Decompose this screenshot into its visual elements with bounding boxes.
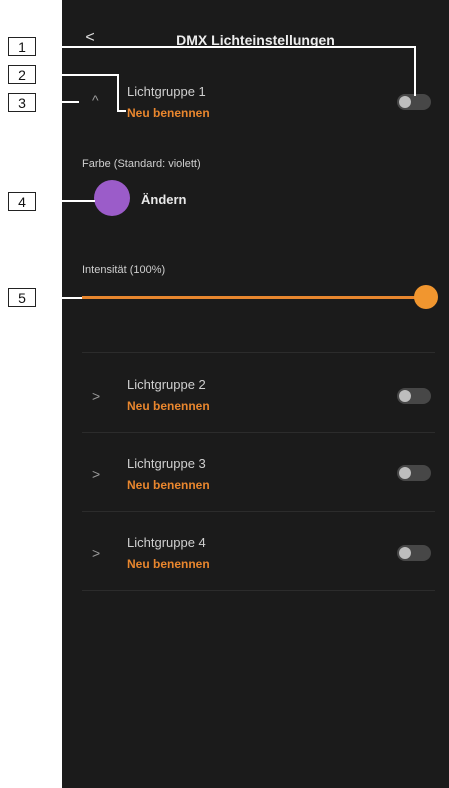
group-4-toggle[interactable]: [397, 545, 431, 561]
divider: [82, 432, 435, 433]
change-color-button[interactable]: Ändern: [141, 192, 187, 207]
group-4-label: Lichtgruppe 4: [127, 535, 206, 550]
group-3-toggle[interactable]: [397, 465, 431, 481]
group-2-rename-link[interactable]: Neu benennen: [127, 399, 210, 413]
divider: [82, 352, 435, 353]
intensity-slider-thumb[interactable]: [414, 285, 438, 309]
toggle-knob: [399, 390, 411, 402]
app-screen: < DMX Lichteinstellungen ^ Lichtgruppe 1…: [62, 0, 449, 788]
color-swatch[interactable]: [94, 180, 130, 216]
toggle-knob: [399, 467, 411, 479]
color-section-label: Farbe (Standard: violett): [82, 158, 201, 170]
toggle-knob: [399, 96, 411, 108]
group-3-label: Lichtgruppe 3: [127, 456, 206, 471]
group-2-label: Lichtgruppe 2: [127, 377, 206, 392]
callout-2: 2: [8, 65, 36, 84]
chevron-right-icon[interactable]: >: [92, 388, 100, 404]
toggle-knob: [399, 547, 411, 559]
callout-1: 1: [8, 37, 36, 56]
callout-3: 3: [8, 93, 36, 112]
chevron-right-icon[interactable]: >: [92, 466, 100, 482]
group-2-toggle[interactable]: [397, 388, 431, 404]
chevron-right-icon[interactable]: >: [92, 545, 100, 561]
group-1-label: Lichtgruppe 1: [127, 84, 206, 99]
intensity-label: Intensität (100%): [82, 264, 166, 276]
divider: [82, 511, 435, 512]
group-3-rename-link[interactable]: Neu benennen: [127, 478, 210, 492]
divider: [82, 590, 435, 591]
group-4-rename-link[interactable]: Neu benennen: [127, 557, 210, 571]
callout-5: 5: [8, 288, 36, 307]
group-1-toggle[interactable]: [397, 94, 431, 110]
page-title: DMX Lichteinstellungen: [176, 32, 335, 48]
callout-4: 4: [8, 192, 36, 211]
intensity-slider-track[interactable]: [82, 296, 426, 299]
group-1-rename-link[interactable]: Neu benennen: [127, 106, 210, 120]
chevron-up-icon[interactable]: ^: [92, 92, 99, 108]
